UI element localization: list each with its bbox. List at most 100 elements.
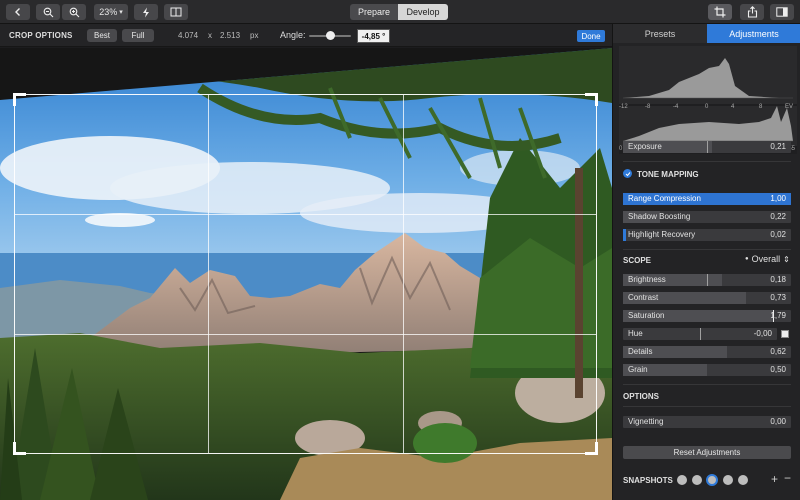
mode-switch: Prepare Develop xyxy=(350,4,448,20)
crop-handle-top-left[interactable] xyxy=(13,93,26,106)
reset-adjustments-button[interactable]: Reset Adjustments xyxy=(623,446,791,459)
snapshot-slot[interactable] xyxy=(738,475,748,485)
exposure-value: 0,21 xyxy=(770,142,786,151)
histogram-ev-tick: -12 xyxy=(619,104,628,110)
zoom-out-button[interactable] xyxy=(36,4,60,20)
saturation-slider[interactable]: Saturation 1,79 xyxy=(623,310,791,322)
sidebar-toggle-button[interactable] xyxy=(770,4,794,20)
divider xyxy=(623,406,791,407)
zoom-level-select[interactable]: 23% ▾ xyxy=(94,4,128,20)
grain-label: Grain xyxy=(628,365,648,374)
vignetting-slider[interactable]: Vignetting 0,00 xyxy=(623,416,791,428)
histogram: -12 -8 -4 0 4 8 EV 0 255 xyxy=(619,46,797,154)
brightness-center-mark xyxy=(707,274,708,286)
histogram-ev-tick: -8 xyxy=(645,104,651,110)
crop-width-field[interactable]: 4.074 xyxy=(178,31,198,40)
hue-slider[interactable]: Hue -0,00 xyxy=(623,328,777,340)
tab-adjustments[interactable]: Adjustments xyxy=(707,24,800,43)
shadow-boosting-slider[interactable]: Shadow Boosting 0,22 xyxy=(623,211,791,223)
photo-canvas[interactable] xyxy=(0,48,612,500)
crop-frame[interactable] xyxy=(13,93,598,455)
shadow-boosting-value: 0,22 xyxy=(770,212,786,221)
compare-button[interactable] xyxy=(164,4,188,20)
angle-slider-knob[interactable] xyxy=(326,31,335,40)
histogram-ev-tick: -4 xyxy=(673,104,679,110)
range-compression-label: Range Compression xyxy=(628,194,701,203)
crop-options-bar: CROP OPTIONS Best Full 4.074 x 2.513 px … xyxy=(0,24,612,47)
contrast-value: 0,73 xyxy=(770,293,786,302)
zoom-in-icon xyxy=(69,7,79,17)
crop-grid-line xyxy=(15,214,596,215)
snapshot-slot[interactable] xyxy=(677,475,687,485)
add-snapshot-button[interactable]: + xyxy=(771,472,778,486)
snapshot-slot[interactable] xyxy=(723,475,733,485)
tone-mapping-toggle[interactable] xyxy=(623,169,632,178)
tab-presets[interactable]: Presets xyxy=(613,24,707,43)
auto-enhance-button[interactable] xyxy=(134,4,158,20)
share-icon xyxy=(747,6,757,18)
exposure-center-mark xyxy=(707,141,708,153)
angle-label: Angle: xyxy=(280,30,306,40)
histogram-ev-tick: EV xyxy=(785,104,794,110)
hue-center-mark xyxy=(700,328,701,340)
details-slider[interactable]: Details 0,62 xyxy=(623,346,791,358)
exposure-label: Exposure xyxy=(628,142,662,151)
crop-done-button[interactable]: Done xyxy=(577,30,605,42)
zoom-in-button[interactable] xyxy=(62,4,86,20)
hue-label: Hue xyxy=(628,329,643,338)
remove-snapshot-button[interactable]: − xyxy=(784,471,791,485)
mode-develop-button[interactable]: Develop xyxy=(398,4,448,20)
highlight-recovery-slider[interactable]: Highlight Recovery 0,02 xyxy=(623,229,791,241)
range-compression-value: 1,00 xyxy=(770,194,786,203)
histogram-graph xyxy=(619,46,797,146)
back-button[interactable] xyxy=(6,4,30,20)
scope-title: SCOPE xyxy=(623,256,652,265)
brightness-slider[interactable]: Brightness 0,18 xyxy=(623,274,791,286)
hue-color-swatch[interactable] xyxy=(781,330,789,338)
snapshot-slot-active[interactable] xyxy=(706,474,718,486)
snapshot-slot[interactable] xyxy=(692,475,702,485)
exposure-slider[interactable]: Exposure 0,21 xyxy=(623,141,791,153)
scope-select[interactable]: ● Overall ⇕ xyxy=(745,254,790,264)
crop-grid-line xyxy=(15,334,596,335)
options-title: OPTIONS xyxy=(623,392,660,401)
crop-options-title: CROP OPTIONS xyxy=(9,31,73,40)
back-icon xyxy=(15,8,20,16)
histogram-tone-tick: 0 xyxy=(619,146,623,152)
range-compression-slider[interactable]: Range Compression 1,00 xyxy=(623,193,791,205)
brightness-value: 0,18 xyxy=(770,275,786,284)
share-button[interactable] xyxy=(740,4,764,20)
crop-height-field[interactable]: 2.513 xyxy=(220,31,240,40)
scope-bullet: ● xyxy=(745,256,749,262)
crop-handle-bottom-right[interactable] xyxy=(585,442,598,455)
details-label: Details xyxy=(628,347,653,356)
crop-icon xyxy=(714,6,726,18)
mode-prepare-button[interactable]: Prepare xyxy=(350,4,398,20)
panel-tabs: Presets Adjustments xyxy=(613,24,800,43)
crop-grid-line xyxy=(403,95,404,453)
highlight-recovery-label: Highlight Recovery xyxy=(628,230,696,239)
hue-value: -0,00 xyxy=(753,329,772,338)
crop-unit-label: px xyxy=(250,31,259,40)
crop-full-button[interactable]: Full xyxy=(122,29,154,42)
crop-handle-bottom-left[interactable] xyxy=(13,442,26,455)
grain-slider[interactable]: Grain 0,50 xyxy=(623,364,791,376)
lightning-icon xyxy=(143,7,149,17)
divider xyxy=(623,161,791,162)
adjustments-panel: Presets Adjustments -12 -8 -4 0 4 8 EV 0… xyxy=(612,24,800,500)
crop-best-button[interactable]: Best xyxy=(87,29,117,42)
compare-icon xyxy=(170,7,182,17)
divider xyxy=(623,384,791,385)
crop-button[interactable] xyxy=(708,4,732,20)
chevron-down-icon: ▾ xyxy=(119,9,123,16)
crop-handle-top-right[interactable] xyxy=(585,93,598,106)
updown-arrows-icon: ⇕ xyxy=(783,254,790,264)
brightness-label: Brightness xyxy=(628,275,666,284)
crop-grid-line xyxy=(208,95,209,453)
contrast-slider[interactable]: Contrast 0,73 xyxy=(623,292,791,304)
saturation-label: Saturation xyxy=(628,311,665,320)
saturation-value: 1,79 xyxy=(770,311,786,320)
check-icon xyxy=(625,171,630,176)
histogram-ev-tick: 8 xyxy=(759,104,763,110)
angle-input[interactable]: -4,85 ° xyxy=(357,29,390,43)
